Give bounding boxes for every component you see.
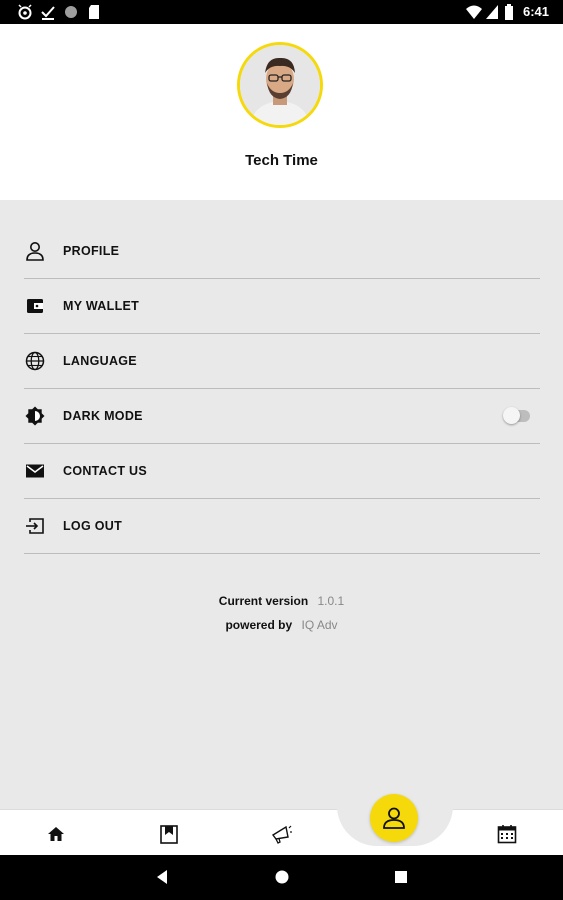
avatar-photo-icon	[240, 45, 320, 125]
version-info: Current version 1.0.1 powered by IQ Adv	[0, 594, 563, 642]
circle-icon	[65, 6, 77, 18]
powered-row: powered by IQ Adv	[0, 618, 563, 642]
menu-item-wallet[interactable]: MY WALLET	[24, 279, 540, 334]
menu-item-log-out[interactable]: LOG OUT	[24, 499, 540, 554]
system-navigation-bar	[0, 855, 563, 900]
status-time: 6:41	[522, 4, 549, 19]
bookmark-icon	[160, 825, 178, 844]
menu-item-profile[interactable]: PROFILE	[24, 224, 540, 279]
version-row: Current version 1.0.1	[0, 594, 563, 618]
user-name: Tech Time	[245, 152, 318, 169]
avatar[interactable]	[237, 42, 323, 128]
recents-icon[interactable]	[394, 869, 408, 885]
calendar-icon	[497, 825, 517, 844]
battery-icon	[505, 4, 513, 20]
sd-card-icon	[89, 5, 99, 19]
home-icon	[48, 827, 64, 841]
version-label: Current version	[218, 594, 309, 608]
mail-icon	[24, 460, 46, 482]
megaphone-icon	[271, 825, 292, 844]
nav-profile-fab[interactable]	[370, 794, 418, 842]
menu-item-contact-us[interactable]: CONTACT US	[24, 444, 540, 499]
signal-icon	[486, 5, 498, 19]
status-bar: 6:41	[0, 0, 563, 24]
menu-item-label: MY WALLET	[63, 299, 140, 313]
download-done-icon	[41, 6, 55, 20]
logout-icon	[24, 515, 46, 537]
nav-home[interactable]	[44, 822, 68, 846]
menu-item-label: DARK MODE	[63, 409, 143, 423]
toggle-knob	[503, 407, 520, 424]
menu-item-language[interactable]: LANGUAGE	[24, 334, 540, 389]
nav-announcements[interactable]	[269, 822, 293, 846]
powered-value: IQ Adv	[301, 618, 338, 632]
wifi-icon	[466, 5, 482, 19]
menu-item-label: PROFILE	[63, 244, 120, 258]
nav-bookmarks[interactable]	[157, 822, 181, 846]
home-button-icon[interactable]	[274, 869, 290, 885]
menu-item-dark-mode[interactable]: DARK MODE	[24, 389, 540, 444]
dark-mode-toggle[interactable]	[503, 407, 530, 424]
menu-item-label: CONTACT US	[63, 464, 148, 478]
profile-header: Tech Time	[0, 24, 563, 200]
nav-calendar[interactable]	[495, 822, 519, 846]
brightness-icon	[24, 405, 46, 427]
menu-item-label: LANGUAGE	[63, 354, 137, 368]
wallet-icon	[24, 295, 46, 317]
bottom-navigation	[0, 806, 563, 856]
globe-icon	[24, 350, 46, 372]
settings-menu: PROFILE MY WALLET LANGUAGE DARK MODE CON…	[24, 224, 540, 554]
back-icon[interactable]	[155, 869, 169, 885]
version-value: 1.0.1	[317, 594, 345, 608]
powered-label: powered by	[225, 618, 293, 632]
person-icon	[24, 240, 46, 262]
menu-item-label: LOG OUT	[63, 519, 123, 533]
android-debug-icon	[18, 4, 32, 20]
profile-icon	[383, 807, 405, 829]
